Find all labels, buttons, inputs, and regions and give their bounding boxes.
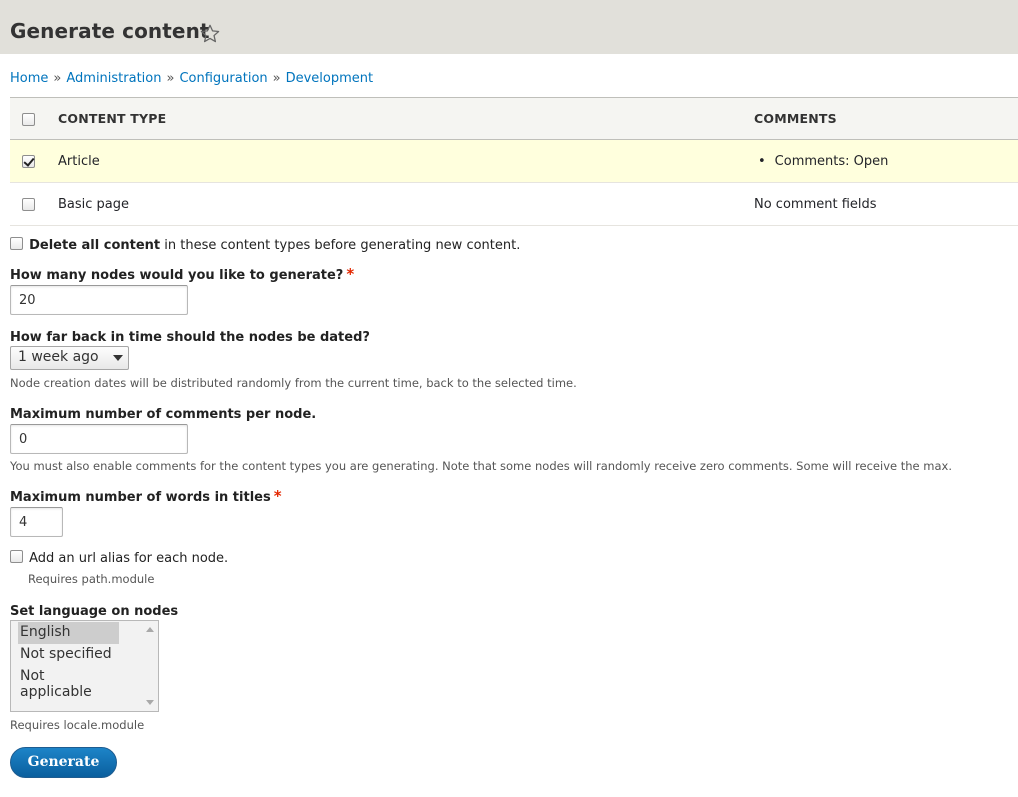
comments-cell: Comments: Open xyxy=(754,140,1018,183)
delete-all-item: Delete all content in these content type… xyxy=(10,234,520,253)
article-checkbox[interactable] xyxy=(22,154,35,168)
star-outline-icon[interactable] xyxy=(199,23,221,45)
select-all-checkbox[interactable] xyxy=(22,113,35,126)
time-range-select-value: 1 week ago xyxy=(10,346,129,370)
breadcrumb-administration[interactable]: Administration xyxy=(66,71,161,86)
max-comments-label-row: Maximum number of comments per node. xyxy=(10,403,316,422)
breadcrumb-separator: » xyxy=(53,71,62,86)
breadcrumb-configuration[interactable]: Configuration xyxy=(179,71,267,86)
title-length-label-row: Maximum number of words in titles * xyxy=(10,486,282,505)
num-nodes-label-row: How many nodes would you like to generat… xyxy=(10,264,354,283)
column-header-content-type: CONTENT TYPE xyxy=(58,111,167,126)
row-check-cell xyxy=(10,140,58,183)
breadcrumb-separator: » xyxy=(272,71,281,86)
language-description: Requires locale.module xyxy=(10,718,145,732)
language-label-row: Set language on nodes xyxy=(10,600,178,619)
content-type-name: Article xyxy=(58,153,100,169)
required-marker: * xyxy=(346,265,355,283)
scroll-up-icon[interactable] xyxy=(146,627,154,632)
comments-status: Comments: Open xyxy=(754,154,1018,169)
num-nodes-input[interactable] xyxy=(10,285,188,315)
language-label: Set language on nodes xyxy=(10,604,179,619)
language-option-not-specified[interactable]: Not specified xyxy=(18,644,119,666)
delete-all-checkbox[interactable] xyxy=(10,237,23,250)
time-range-label: How far back in time should the nodes be… xyxy=(10,330,370,345)
language-option-english[interactable]: English xyxy=(18,622,119,644)
page-title: Generate content xyxy=(10,19,210,43)
scroll-down-icon[interactable] xyxy=(146,700,154,705)
page-header: Generate content xyxy=(0,0,1018,54)
table-row-basic-page[interactable]: Basic page No comment fields xyxy=(10,183,1018,226)
content-types-table: CONTENT TYPE COMMENTS Article Comments: … xyxy=(10,97,1018,226)
max-comments-label: Maximum number of comments per node. xyxy=(10,407,317,422)
language-listbox[interactable]: English Not specified Not applicable xyxy=(10,620,159,712)
breadcrumb-separator: » xyxy=(166,71,175,86)
max-comments-input[interactable] xyxy=(10,424,188,454)
url-alias-description: Requires path.module xyxy=(28,572,155,586)
delete-all-label: Delete all content in these content type… xyxy=(29,238,520,253)
time-range-select[interactable]: 1 week ago xyxy=(10,346,129,370)
time-range-label-row: How far back in time should the nodes be… xyxy=(10,326,370,345)
num-nodes-label: How many nodes would you like to generat… xyxy=(10,268,344,283)
url-alias-item: Add an url alias for each node. xyxy=(10,547,228,566)
title-length-label: Maximum number of words in titles xyxy=(10,490,271,505)
table-row-article[interactable]: Article Comments: Open xyxy=(10,139,1018,183)
breadcrumb-development[interactable]: Development xyxy=(286,71,374,86)
basic-page-checkbox[interactable] xyxy=(22,197,35,211)
title-length-input[interactable] xyxy=(10,507,63,537)
breadcrumb-home[interactable]: Home xyxy=(10,71,48,86)
content-type-name: Basic page xyxy=(58,196,130,212)
generate-button[interactable]: Generate xyxy=(10,747,117,778)
select-all-cell xyxy=(10,98,58,140)
url-alias-label: Add an url alias for each node. xyxy=(29,551,229,566)
chevron-down-icon xyxy=(113,355,123,361)
time-range-description: Node creation dates will be distributed … xyxy=(10,376,577,390)
comments-list: Comments: Open xyxy=(754,154,1018,169)
max-comments-description: You must also enable comments for the co… xyxy=(10,459,952,473)
language-option-not-applicable[interactable]: Not applicable xyxy=(18,666,119,700)
column-header-comments: COMMENTS xyxy=(754,111,837,126)
delete-all-rest: in these content types before generating… xyxy=(160,238,521,253)
url-alias-checkbox[interactable] xyxy=(10,550,23,563)
row-check-cell xyxy=(10,183,58,226)
breadcrumb: Home » Administration » Configuration » Develo… xyxy=(10,71,373,86)
table-header-row: CONTENT TYPE COMMENTS xyxy=(10,97,1018,140)
comments-cell: No comment fields xyxy=(754,196,877,212)
delete-all-bold: Delete all content xyxy=(29,238,161,253)
required-marker: * xyxy=(273,487,282,505)
